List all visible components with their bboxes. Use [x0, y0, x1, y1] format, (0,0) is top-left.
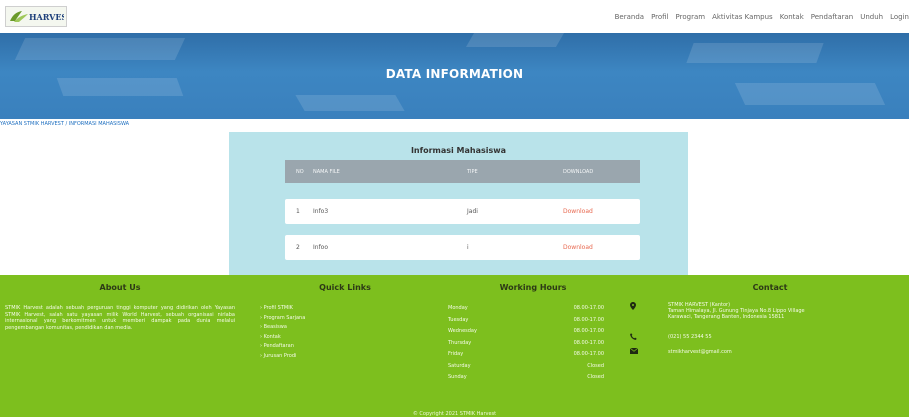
table-row: 2 Infoo i Download: [285, 235, 640, 260]
hours-row: Thursday 08.00-17.00: [448, 339, 604, 346]
nav-item-profil[interactable]: Profil: [651, 13, 668, 21]
nav-item-kontak[interactable]: Kontak: [780, 13, 804, 21]
phone-icon: [630, 333, 637, 342]
row-number: 1: [296, 208, 300, 215]
table-header: NO NAMA FILE TIPE DOWNLOAD: [285, 160, 640, 183]
copyright: © Copyright 2021 STMIK Harvest: [412, 411, 497, 417]
footer: About Us STMIK Harvest adalah sebuah per…: [0, 275, 909, 417]
quick-link-profil-stmik[interactable]: › Profil STMIK: [260, 304, 305, 314]
hero-title: DATA INFORMATION: [385, 67, 524, 81]
envelope-icon: [629, 347, 639, 356]
working-hours-list: Monday 08.00-17.00 Tuesday 08.00-17.00 Wed…: [448, 305, 604, 386]
contact-title: Contact: [752, 283, 788, 292]
quick-link-beasiswa[interactable]: › Beasiswa: [260, 323, 305, 333]
download-link[interactable]: Download: [563, 199, 593, 224]
breadcrumb[interactable]: YAYASAN STMIK HARVEST / INFORMASI MAHASI…: [0, 120, 129, 128]
location-pin-icon: [630, 302, 636, 312]
harvest-logo-icon: HARVEST: [10, 11, 64, 22]
column-header-type: TIPE: [467, 168, 478, 175]
nav-item-aktivitas-kampus[interactable]: Aktivitas Kampus: [712, 13, 773, 21]
panel-title: Informasi Mahasiswa: [410, 146, 507, 155]
svg-text:HARVEST: HARVEST: [29, 12, 64, 22]
about-title: About Us: [99, 283, 141, 292]
contact-address: STMIK HARVEST (Kantor) Taman Himalaya, J…: [668, 302, 805, 320]
row-number: 2: [296, 244, 300, 251]
nav-item-pendaftaran[interactable]: Pendaftaran: [811, 13, 853, 21]
hero-banner: DATA INFORMATION: [0, 33, 909, 119]
contact-phone[interactable]: (021) 55 2344 55: [668, 334, 712, 340]
row-type: i: [467, 244, 469, 251]
column-header-download: DOWNLOAD: [563, 168, 594, 175]
quick-link-jurusan-prodi[interactable]: › Jurusan Prodi: [260, 352, 305, 362]
nav-menu: Beranda Profil Program Aktivitas Kampus …: [615, 0, 909, 33]
nav-item-unduh[interactable]: Unduh: [860, 13, 883, 21]
quick-links-list: › Profil STMIK › Program Sarjana › Beasi…: [260, 304, 305, 361]
top-navbar: HARVEST Beranda Profil Program Aktivitas…: [0, 0, 909, 33]
quick-link-program-sarjana[interactable]: › Program Sarjana: [260, 314, 305, 324]
hours-row: Monday 08.00-17.00: [448, 305, 604, 311]
column-header-no: NO: [296, 168, 304, 175]
hours-row: Wednesday 08.00-17.00: [448, 328, 604, 334]
hours-row: Friday 08.00-17.00: [448, 351, 604, 357]
hours-row: Tuesday 08.00-17.00: [448, 316, 604, 323]
working-hours-title: Working Hours: [499, 283, 567, 292]
column-header-file-name: NAMA FILE: [313, 168, 340, 175]
hours-row: Sunday Closed: [448, 374, 604, 380]
table-row: 1 Info3 Jadi Download: [285, 199, 640, 224]
row-file-name: Info3: [313, 208, 329, 215]
nav-item-beranda[interactable]: Beranda: [615, 13, 644, 21]
nav-item-program[interactable]: Program: [676, 13, 706, 21]
row-file-name: Infoo: [313, 244, 329, 251]
nav-item-login[interactable]: Login: [890, 13, 909, 21]
quick-links-title: Quick Links: [319, 283, 371, 292]
row-type: Jadi: [467, 208, 478, 215]
contact-email[interactable]: stmikharvest@gmail.com: [668, 349, 732, 355]
quick-link-pendaftaran[interactable]: › Pendaftaran: [260, 342, 305, 352]
download-link[interactable]: Download: [563, 235, 593, 260]
quick-link-kontak[interactable]: › Kontak: [260, 333, 305, 343]
hours-row: Saturday Closed: [448, 362, 604, 369]
about-text: STMIK Harvest adalah sebuah perguruan ti…: [5, 305, 235, 331]
logo[interactable]: HARVEST: [5, 6, 67, 27]
